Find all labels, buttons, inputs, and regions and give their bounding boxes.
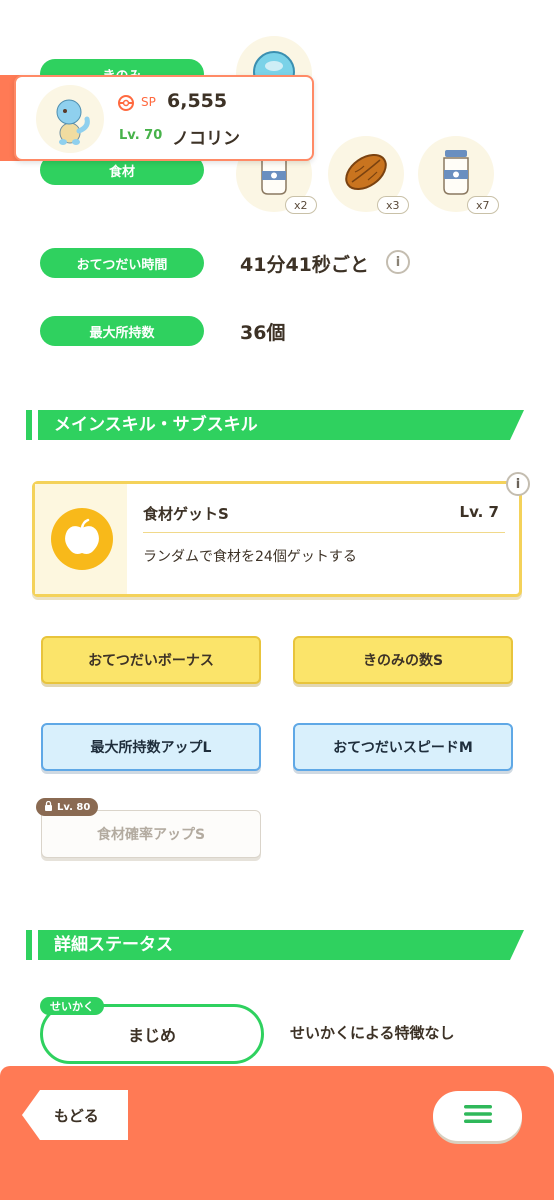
- ingredient-qty-badge: x2: [285, 196, 317, 214]
- pokemon-level: Lv. 70: [119, 128, 163, 143]
- sub-skill-button[interactable]: きのみの数S: [293, 636, 513, 684]
- sub-skill-button[interactable]: おてつだいスピードM: [293, 723, 513, 771]
- skills-section-title: メインスキル・サブスキル: [54, 415, 258, 435]
- ingredient-qty-badge: x3: [377, 196, 409, 214]
- main-skill-name: 食材ゲットS: [143, 505, 229, 523]
- lock-level-badge: Lv. 80: [36, 798, 99, 816]
- help-time-label: おてつだい時間: [40, 248, 204, 278]
- sub-skill-button[interactable]: おてつだいボーナス: [41, 636, 261, 684]
- divider: [143, 532, 505, 533]
- back-button[interactable]: もどる: [22, 1090, 128, 1140]
- sp-label: SP: [141, 95, 156, 109]
- profile-card[interactable]: SP 6,555 Lv. 70 ノコリン: [14, 75, 314, 161]
- pokemon-name: ノコリン: [172, 129, 240, 149]
- back-button-label: もどる: [54, 1107, 99, 1125]
- pokeball-icon: [118, 95, 134, 111]
- hamburger-icon: [463, 1104, 492, 1128]
- sp-value: 6,555: [167, 90, 228, 112]
- max-carry-label: 最大所持数: [40, 316, 204, 346]
- info-icon[interactable]: i: [386, 250, 410, 274]
- main-skill-card[interactable]: 食材ゲットS Lv. 7 ランダムで食材を24個ゲットする: [32, 481, 522, 597]
- sub-skill-button[interactable]: 最大所持数アップL: [41, 723, 261, 771]
- menu-button[interactable]: [433, 1091, 522, 1141]
- details-section-header: 詳細ステータス: [26, 930, 524, 960]
- help-time-value: 41分41秒ごと: [240, 254, 369, 276]
- nature-effect: せいかくによる特徴なし: [290, 1024, 455, 1042]
- max-carry-value: 36個: [240, 322, 286, 344]
- apple-icon: [51, 508, 113, 570]
- details-section-title: 詳細ステータス: [54, 935, 173, 955]
- ingredient-qty-badge: x7: [467, 196, 499, 214]
- main-skill-icon-area: [35, 484, 127, 594]
- skills-section-header: メインスキル・サブスキル: [26, 410, 524, 440]
- sub-skill-button-locked[interactable]: 食材確率アップS: [41, 810, 261, 858]
- main-skill-description: ランダムで食材を24個ゲットする: [143, 549, 357, 565]
- main-skill-level: Lv. 7: [459, 503, 499, 521]
- lock-icon: [44, 800, 53, 814]
- nature-tag: せいかく: [40, 997, 104, 1015]
- info-icon[interactable]: i: [506, 472, 530, 496]
- pokemon-avatar: [36, 85, 104, 153]
